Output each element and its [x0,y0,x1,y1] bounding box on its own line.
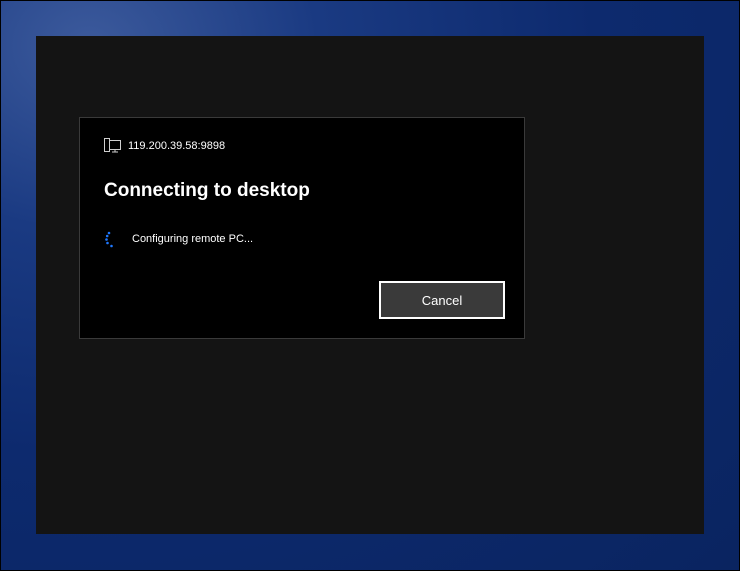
host-row: 119.200.39.58:9898 [104,138,225,154]
status-row: Configuring remote PC... [104,230,253,248]
progress-spinner-icon [104,230,118,248]
cancel-button[interactable]: Cancel [379,281,505,319]
status-text: Configuring remote PC... [132,233,254,245]
dialog-title: Connecting to desktop [104,180,310,201]
connecting-dialog: 119.200.39.58:9898 Connecting to desktop… [79,117,525,339]
host-address: 119.200.39.58:9898 [128,140,226,152]
remote-pc-icon [104,138,122,154]
